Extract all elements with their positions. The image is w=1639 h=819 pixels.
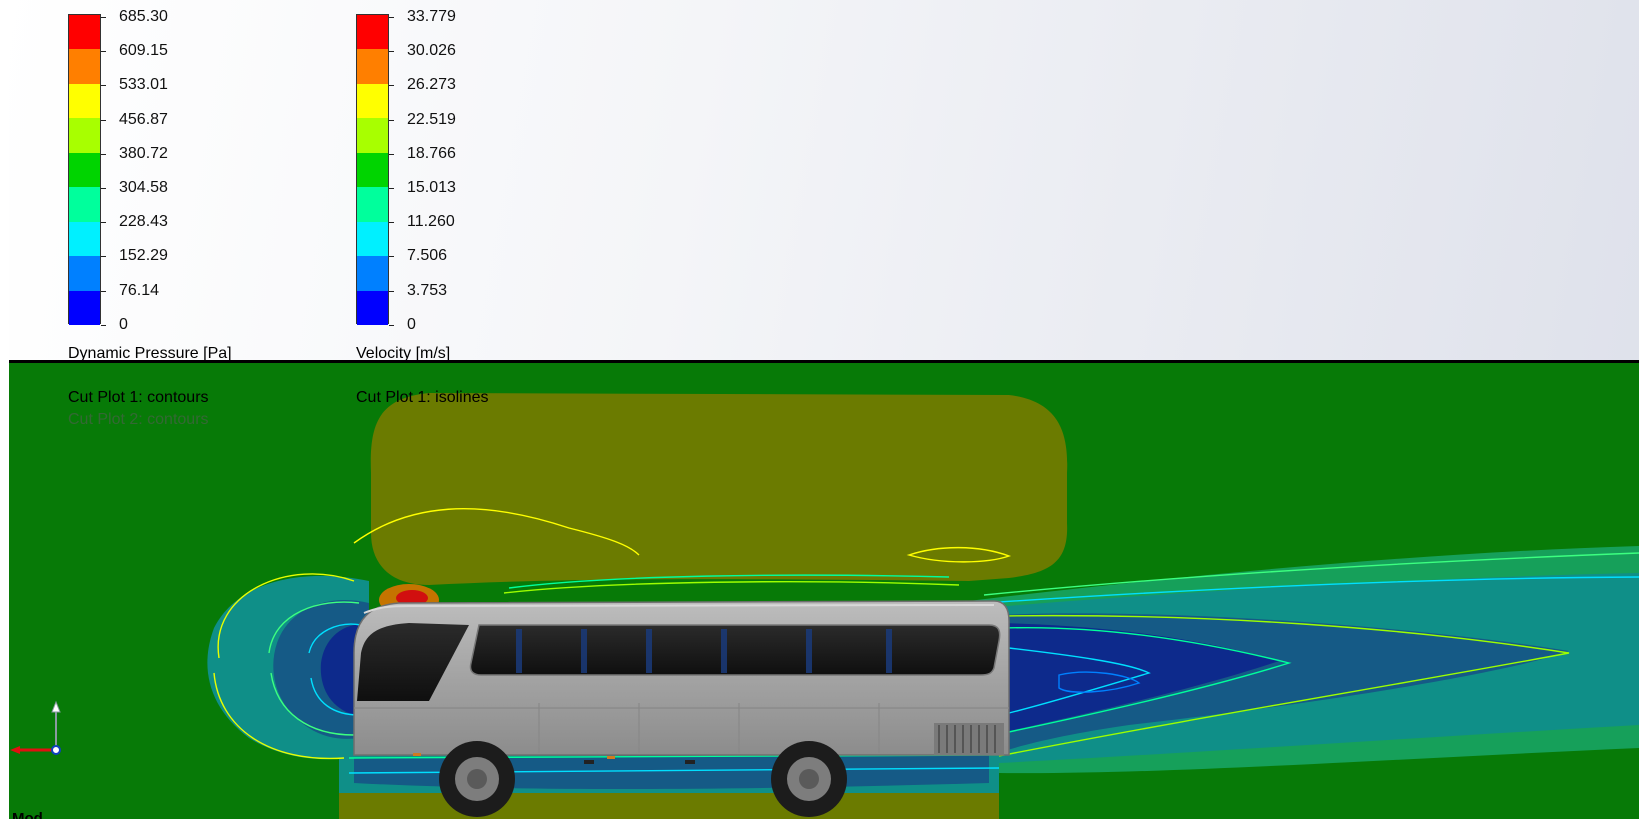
rear-wheel — [771, 741, 847, 817]
legend-tick-label: 152.29 — [119, 247, 168, 265]
colorbar-segment — [357, 152, 388, 188]
colorbar-segment — [69, 221, 100, 257]
legend-tick-mark — [101, 153, 106, 155]
legend-tick-mark — [101, 222, 106, 224]
partial-title-graphic — [640, 0, 1160, 10]
legend-tick-mark — [101, 51, 106, 53]
legend-tick-label: 11.260 — [407, 213, 455, 231]
viewport-left-edge — [0, 0, 9, 819]
legend-tick-mark — [101, 290, 106, 292]
legend-tick-mark — [389, 153, 394, 155]
legend-tick-label: 0 — [407, 315, 416, 333]
colorbar-segment — [357, 118, 388, 153]
colorbar-segment — [69, 83, 100, 119]
colorbar-segment — [357, 256, 388, 291]
colorbar-segment — [69, 187, 100, 222]
ground-region — [339, 793, 999, 819]
cfd-cut-plot[interactable] — [9, 363, 1639, 819]
cut-plane-divider-line — [9, 360, 1639, 363]
colorbar-segment — [357, 290, 388, 325]
legend-tick-mark — [389, 290, 394, 292]
cut-plot-1-contours-label: Cut Plot 1: contours — [68, 389, 209, 406]
legend-tick-label: 380.72 — [119, 144, 168, 162]
legend-tick-mark — [389, 256, 394, 258]
upper-pressure-region — [370, 393, 1068, 585]
colorbar-segment — [357, 15, 388, 50]
legend-tick-mark — [389, 85, 394, 87]
legend-tick-label: 228.43 — [119, 213, 168, 231]
legend-tick-label: 685.30 — [119, 8, 168, 25]
legend-tick-mark — [389, 188, 394, 189]
colorbar-segment — [69, 118, 100, 153]
legend-tick-mark — [101, 85, 106, 87]
legend-tick-label: 304.58 — [119, 179, 168, 196]
legend-tick-label: 33.779 — [407, 8, 456, 25]
colorbar-segment — [357, 221, 388, 257]
legend-tick-mark — [101, 324, 106, 326]
legend-tick-label: 533.01 — [119, 76, 168, 94]
legend-tick-mark — [389, 324, 394, 326]
dynamic-pressure-colorbar — [68, 14, 101, 325]
colorbar-segment — [69, 49, 100, 84]
legend-tick-label: 15.013 — [407, 179, 456, 196]
velocity-colorbar — [356, 14, 389, 325]
legend-tick-mark — [101, 119, 106, 121]
legend-tick-label: 3.753 — [407, 281, 448, 299]
legend-tick-label: 0 — [119, 315, 128, 333]
velocity-legend: Velocity [m/s] 33.779 30.026 26.273 22.519 1… — [356, 0, 596, 370]
legend-tick-label: 456.87 — [119, 110, 168, 128]
legend-tick-label: 7.506 — [407, 247, 448, 265]
legend-tick-label: 22.519 — [407, 110, 456, 128]
colorbar-segment — [357, 49, 388, 84]
legend-tick-mark — [101, 17, 106, 18]
colorbar-segment — [357, 187, 388, 222]
front-wheel — [439, 741, 515, 817]
legend-tick-label: 18.766 — [407, 144, 456, 162]
legend-tick-label: 26.273 — [407, 76, 456, 94]
legend-tick-label: 76.14 — [119, 281, 160, 299]
colorbar-segment — [69, 15, 100, 50]
legend-tick-mark — [389, 17, 394, 18]
colorbar-segment — [69, 256, 100, 291]
legend-tick-mark — [389, 119, 394, 121]
coordinate-triad-icon — [6, 700, 66, 765]
legend-tick-mark — [389, 51, 394, 53]
graphics-viewport[interactable]: Dynamic Pressure [Pa] 685.30 609.15 533.01… — [0, 0, 1639, 819]
cut-plot-2-contours-label: Cut Plot 2: contours — [68, 411, 209, 428]
colorbar-segment — [69, 290, 100, 325]
view-orientation-label: Mod... — [12, 810, 56, 819]
colorbar-segment — [69, 152, 100, 188]
legend-tick-mark — [101, 256, 106, 258]
dynamic-pressure-legend: Dynamic Pressure [Pa] 685.30 609.15 533.01… — [68, 0, 308, 370]
cut-plot-1-isolines-label: Cut Plot 1: isolines — [356, 389, 489, 406]
legend-tick-mark — [389, 222, 394, 224]
legend-tick-mark — [101, 188, 106, 189]
legend-tick-label: 609.15 — [119, 42, 168, 60]
legend-tick-label: 30.026 — [407, 42, 456, 60]
colorbar-segment — [357, 83, 388, 119]
